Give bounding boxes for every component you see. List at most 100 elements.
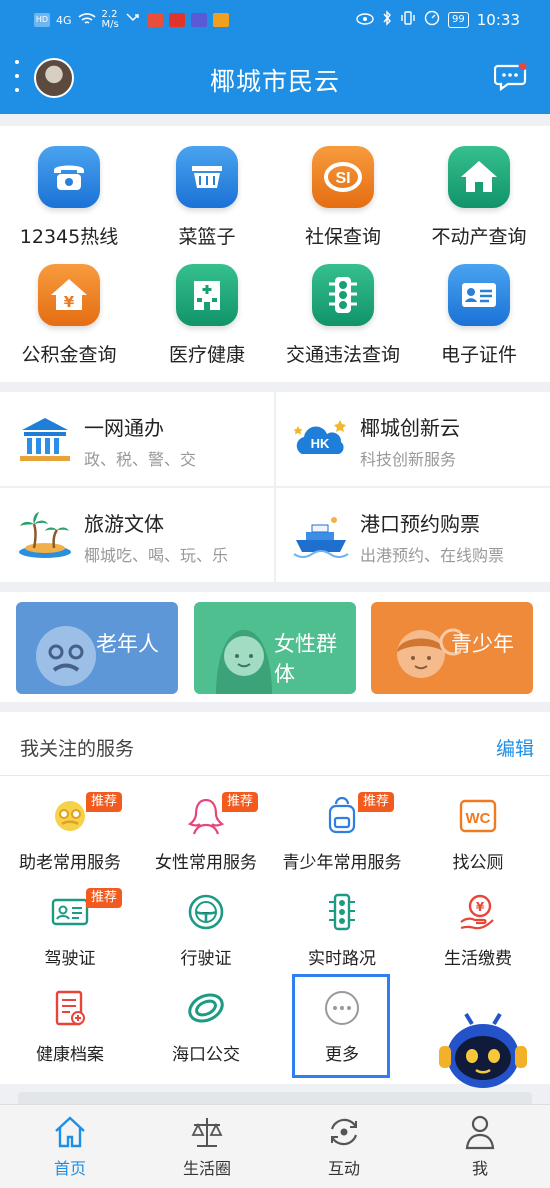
- traffic-light-icon: [322, 892, 362, 932]
- wifi-icon: [77, 12, 96, 29]
- grid-item-basket[interactable]: 菜篮子: [142, 146, 272, 249]
- svg-text:WC: WC: [466, 810, 491, 827]
- speedometer-icon: [424, 10, 440, 30]
- svg-text:¥: ¥: [64, 293, 75, 311]
- steering-wheel-icon: [186, 892, 226, 932]
- banner-label: 女性群体: [274, 632, 337, 686]
- network-speed: 2.2 M/s: [101, 9, 119, 30]
- grid-item-label: 电子证件: [440, 344, 517, 366]
- nav-label: 首页: [53, 1159, 86, 1178]
- nav-label: 我: [471, 1159, 488, 1178]
- service-port-ticket[interactable]: 港口预约购票 出港预约、在线购票: [276, 488, 548, 582]
- grid-item-housing-fund[interactable]: ¥ 公积金查询: [4, 264, 134, 367]
- grid-item-medical[interactable]: 医疗健康: [142, 264, 272, 367]
- service-label: 健康档案: [36, 1045, 104, 1065]
- recommend-badge: 推荐: [86, 792, 123, 812]
- svg-text:HK: HK: [311, 436, 330, 451]
- grid-item-label: 社保查询: [304, 226, 381, 248]
- nav-home[interactable]: 首页: [20, 1113, 120, 1179]
- service-toilet[interactable]: WC 找公厕: [410, 796, 546, 873]
- wc-icon: WC: [458, 796, 498, 836]
- recommend-badge: 推荐: [358, 792, 395, 812]
- service-driver-license[interactable]: 推荐 驾驶证: [2, 888, 138, 969]
- home-icon: [55, 1116, 85, 1148]
- service-tourism[interactable]: 旅游文体 椰城吃、喝、玩、乐: [0, 488, 272, 582]
- nav-me[interactable]: 我: [430, 1113, 530, 1179]
- service-label: 实时路况: [308, 949, 376, 969]
- service-one-stop[interactable]: 一网通办 政、税、警、交: [0, 392, 272, 486]
- banner-women[interactable]: 女性群体: [194, 602, 356, 694]
- backpack-icon: [322, 796, 362, 836]
- grid-item-traffic-violation[interactable]: 交通违法查询: [278, 264, 408, 367]
- nav-label: 生活圈: [182, 1159, 231, 1178]
- divider: [0, 486, 550, 488]
- palm-island-icon: [19, 512, 71, 558]
- service-subtitle: 椰城吃、喝、玩、乐: [84, 546, 229, 565]
- service-label: 助老常用服务: [19, 853, 121, 873]
- grid-item-label: 公积金查询: [21, 344, 117, 366]
- service-traffic[interactable]: 实时路况: [274, 892, 410, 969]
- chat-icon[interactable]: [493, 61, 528, 92]
- elderly-illustration-icon: [36, 626, 96, 686]
- missed-call-icon: [125, 12, 141, 29]
- selection-highlight: [292, 974, 390, 1078]
- house-icon: [448, 146, 510, 208]
- grid-item-label: 交通违法查询: [285, 344, 400, 366]
- grid-item-social-security[interactable]: SI 社保查询: [278, 146, 408, 249]
- service-health-record[interactable]: 健康档案: [2, 988, 138, 1065]
- service-label: 青少年常用服务: [282, 853, 402, 873]
- hd-icon: HD: [34, 13, 50, 27]
- battery-icon: 99: [448, 12, 469, 28]
- quick-access-grid: 12345热线 菜篮子 SI 社保查询 不动产查询 ¥ 公积金查询 医疗健康 交: [0, 126, 550, 382]
- grid-item-label: 医疗健康: [168, 344, 245, 366]
- status-left: HD 4G 2.2 M/s: [34, 10, 229, 30]
- nav-interaction[interactable]: 互动: [294, 1113, 394, 1179]
- app-header: 椰城市民云: [0, 42, 550, 114]
- service-subtitle: 科技创新服务: [360, 450, 457, 469]
- app-notification-icon: [190, 13, 207, 27]
- service-title: 港口预约购票: [360, 512, 480, 536]
- service-label: 找公厕: [452, 853, 504, 873]
- weibo-icon: [146, 13, 163, 27]
- edit-button[interactable]: 编辑: [496, 734, 534, 761]
- recommend-badge: 推荐: [222, 792, 259, 812]
- service-elderly[interactable]: 推荐 助老常用服务: [2, 792, 138, 873]
- eye-icon: [356, 11, 374, 29]
- banner-elderly[interactable]: 老年人: [16, 602, 178, 694]
- status-bar: HD 4G 2.2 M/s 99 10:33: [0, 0, 550, 42]
- bluetooth-icon: [382, 10, 392, 30]
- youth-illustration-icon: [397, 628, 461, 678]
- followed-services-header: 我关注的服务 编辑: [0, 712, 550, 776]
- grid-item-hotline[interactable]: 12345热线: [4, 146, 134, 249]
- banner-label: 老年人: [96, 632, 159, 656]
- government-building-icon: [20, 418, 70, 461]
- bottom-nav: 首页 生活圈 互动 我: [0, 1104, 550, 1188]
- banner-youth[interactable]: 青少年: [371, 602, 533, 694]
- assistant-robot-button[interactable]: [436, 1010, 530, 1094]
- service-innovation-cloud[interactable]: HK 椰城创新云 科技创新服务: [276, 392, 548, 486]
- grid-item-label: 12345热线: [19, 226, 119, 248]
- mail-icon: [212, 13, 229, 27]
- grid-item-real-estate[interactable]: 不动产查询: [414, 146, 544, 249]
- housing-fund-icon: ¥: [38, 264, 100, 326]
- service-women[interactable]: 推荐 女性常用服务: [138, 792, 274, 873]
- basket-icon: [176, 146, 238, 208]
- nav-life-circle[interactable]: 生活圈: [157, 1113, 257, 1179]
- service-title: 椰城创新云: [360, 416, 460, 440]
- service-youth[interactable]: 推荐 青少年常用服务: [274, 792, 410, 873]
- service-title: 旅游文体: [84, 512, 164, 536]
- service-subtitle: 出港预约、在线购票: [360, 546, 505, 565]
- svg-text:SI: SI: [335, 170, 350, 187]
- id-card-icon: [448, 264, 510, 326]
- banner-label: 青少年: [451, 632, 514, 656]
- service-vehicle-license[interactable]: 行驶证: [138, 892, 274, 969]
- group-banners: 老年人 女性群体 青少年: [0, 592, 550, 702]
- payment-icon: ¥: [458, 892, 498, 932]
- signal-icon: 4G: [56, 13, 72, 27]
- section-title: 我关注的服务: [20, 738, 135, 760]
- woman-illustration-icon: [216, 630, 272, 694]
- service-bus[interactable]: 海口公交: [138, 988, 274, 1065]
- service-bill-payment[interactable]: ¥ 生活缴费: [410, 892, 546, 969]
- recommend-badge: 推荐: [86, 888, 123, 908]
- grid-item-e-id[interactable]: 电子证件: [414, 264, 544, 367]
